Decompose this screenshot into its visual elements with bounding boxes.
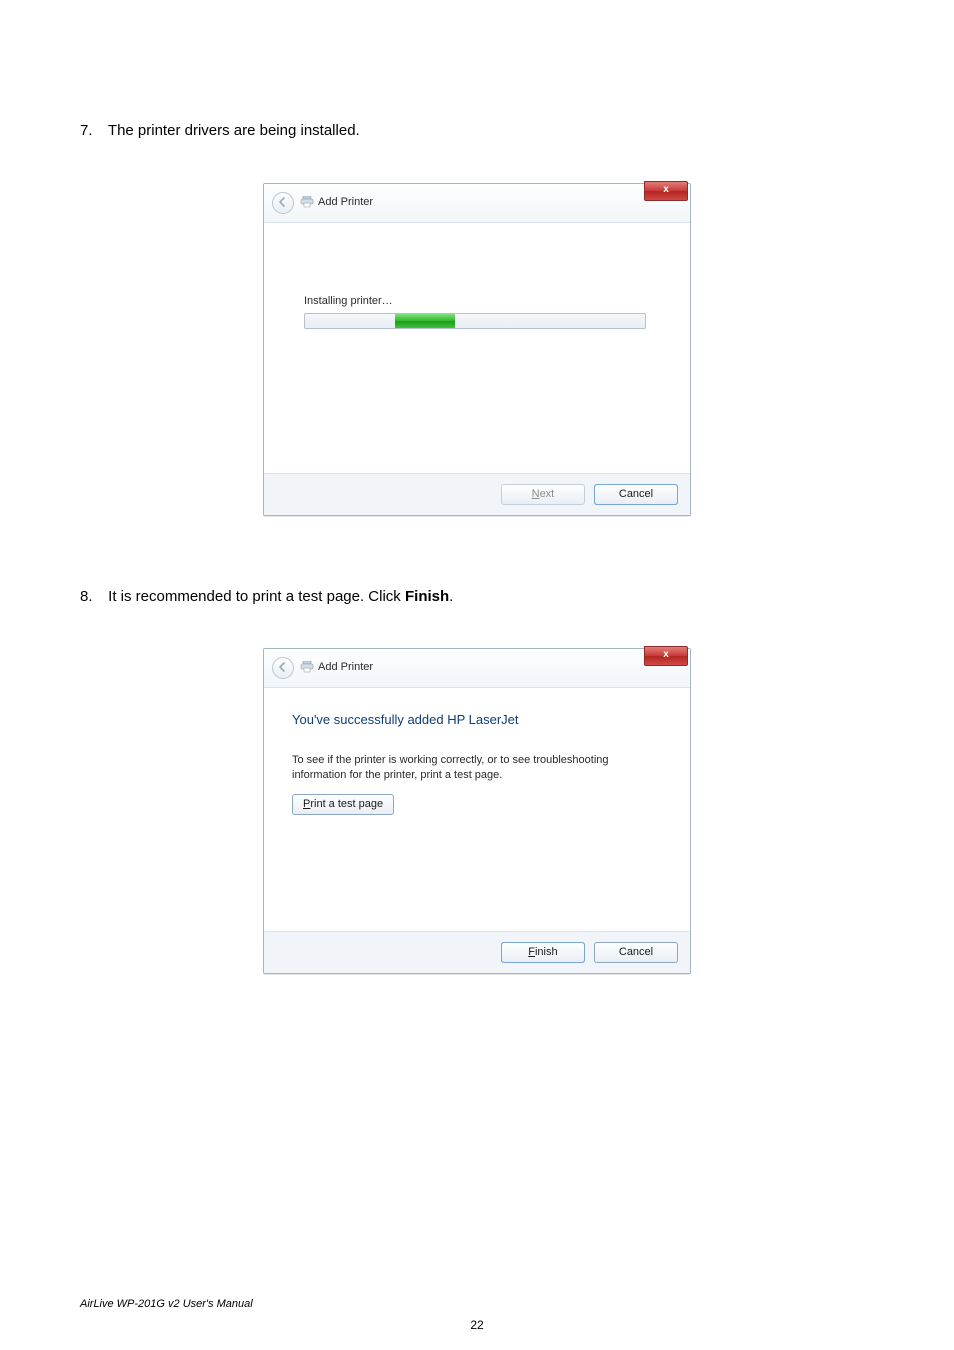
success-heading: You've successfully added HP LaserJet — [292, 712, 662, 727]
installing-label: Installing printer… — [304, 295, 662, 307]
printer-icon — [300, 196, 314, 208]
step-7: 7. The printer drivers are being install… — [80, 120, 874, 143]
finish-mnemonic: F — [528, 946, 535, 958]
dialog-title: Add Printer — [318, 196, 373, 208]
printer-icon — [300, 661, 314, 673]
step-8-bold: Finish — [405, 588, 449, 605]
page-number: 22 — [0, 1318, 954, 1332]
finish-label-rest: inish — [535, 946, 558, 958]
dialog-footer: Finish Cancel — [264, 931, 690, 973]
help-text: To see if the printer is working correct… — [292, 753, 662, 784]
page: 7. The printer drivers are being install… — [0, 0, 954, 1350]
next-mnemonic: N — [532, 488, 540, 500]
back-button[interactable] — [272, 657, 294, 679]
add-printer-dialog-success: Add Printer x You've successfully added … — [263, 648, 691, 974]
print-label-rest: rint a test page — [310, 798, 383, 810]
step-8-number: 8. — [80, 586, 104, 609]
next-button: Next — [501, 484, 585, 505]
progress-chunk — [395, 314, 455, 328]
back-arrow-icon — [277, 196, 289, 208]
dialog-body: Installing printer… — [264, 223, 690, 473]
next-label-rest: ext — [540, 488, 555, 500]
footer-note: AirLive WP-201G v2 User's Manual — [80, 1298, 253, 1310]
dialog-footer: Next Cancel — [264, 473, 690, 515]
cancel-button[interactable]: Cancel — [594, 942, 678, 963]
print-test-page-button[interactable]: Print a test page — [292, 794, 394, 815]
back-button[interactable] — [272, 192, 294, 214]
spacer — [292, 815, 662, 905]
dialog-header: Add Printer x — [264, 649, 690, 688]
cancel-button[interactable]: Cancel — [594, 484, 678, 505]
step-7-text: The printer drivers are being installed. — [108, 122, 360, 139]
close-button[interactable]: x — [644, 646, 688, 666]
step-8: 8. It is recommended to print a test pag… — [80, 586, 874, 609]
dialog-title: Add Printer — [318, 661, 373, 673]
dialog-header: Add Printer x — [264, 184, 690, 223]
close-button[interactable]: x — [644, 181, 688, 201]
step-8-text-post: . — [449, 588, 453, 605]
step-7-number: 7. — [80, 120, 104, 143]
back-arrow-icon — [277, 661, 289, 673]
progress-bar — [304, 313, 646, 329]
close-icon: x — [663, 649, 669, 660]
step-8-text-pre: It is recommended to print a test page. … — [108, 588, 405, 605]
close-icon: x — [663, 184, 669, 195]
add-printer-dialog-installing: Add Printer x Installing printer… Next C… — [263, 183, 691, 516]
finish-button[interactable]: Finish — [501, 942, 585, 963]
dialog-body: You've successfully added HP LaserJet To… — [264, 688, 690, 931]
